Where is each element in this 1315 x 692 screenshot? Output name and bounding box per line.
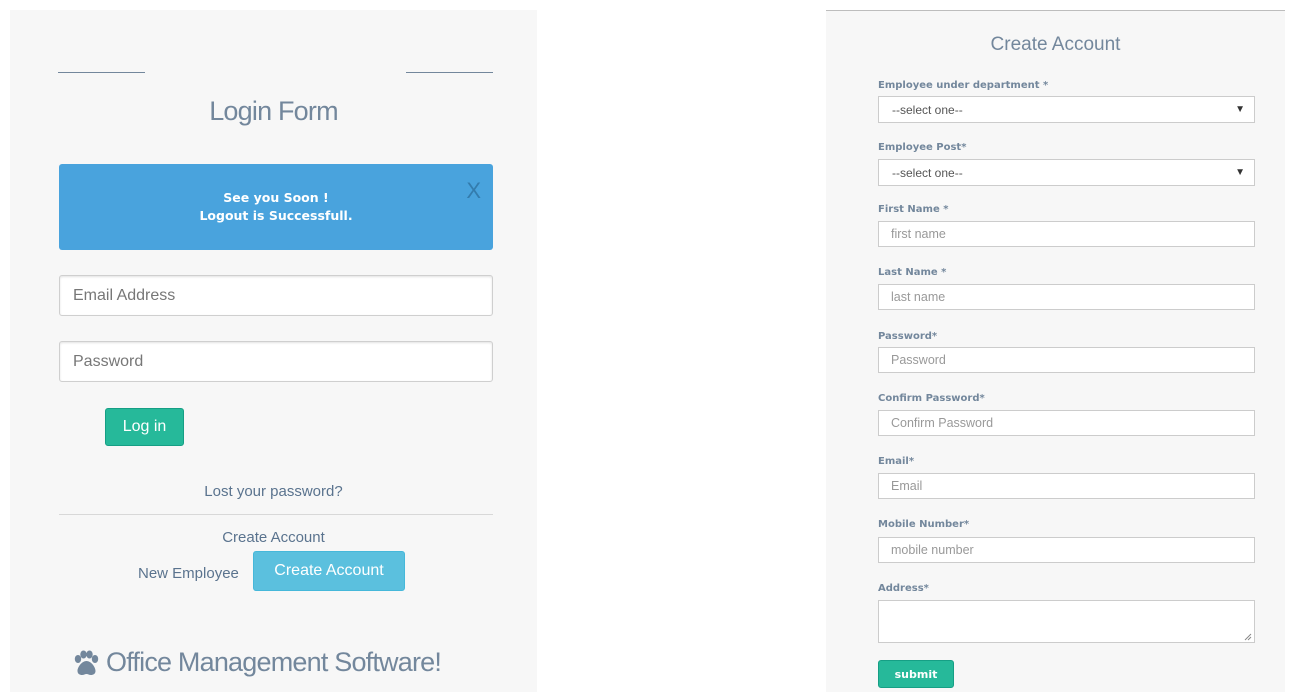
submit-button[interactable]: submit xyxy=(878,660,954,688)
password-label: Password* xyxy=(878,331,938,342)
password-input[interactable]: Password xyxy=(59,341,493,382)
email-label: Email* xyxy=(878,456,915,467)
confirm-password-label: Confirm Password* xyxy=(878,393,985,404)
last-name-placeholder: last name xyxy=(891,290,946,304)
email-field[interactable]: Email xyxy=(878,473,1255,499)
confirm-password-input[interactable]: Confirm Password xyxy=(878,410,1255,436)
last-name-label: Last Name * xyxy=(878,267,947,278)
password-field[interactable]: Password xyxy=(878,347,1255,373)
separator xyxy=(59,514,493,515)
password-placeholder: Password xyxy=(73,352,144,370)
department-label: Employee under department * xyxy=(878,80,1049,91)
create-account-panel: Create Account Employee under department… xyxy=(826,11,1285,692)
new-employee-label: New Employee xyxy=(138,565,239,582)
lost-password-link[interactable]: Lost your password? xyxy=(10,483,537,500)
create-account-button[interactable]: Create Account xyxy=(253,551,405,591)
brand: Office Management Software! xyxy=(72,647,442,678)
form-title: Create Account xyxy=(990,34,1121,55)
chevron-down-icon: ▼ xyxy=(1235,104,1245,115)
last-name-input[interactable]: last name xyxy=(878,284,1255,310)
confirm-password-placeholder: Confirm Password xyxy=(891,416,994,430)
post-select[interactable]: --select one-- ▼ xyxy=(878,159,1255,186)
first-name-placeholder: first name xyxy=(891,227,946,241)
email-field-placeholder: Email xyxy=(891,479,923,493)
paw-icon xyxy=(74,650,99,675)
mobile-placeholder: mobile number xyxy=(891,543,974,557)
password-field-placeholder: Password xyxy=(891,353,946,367)
divider-right xyxy=(406,72,493,73)
department-select-value: --select one-- xyxy=(892,102,963,117)
login-button[interactable]: Log in xyxy=(105,408,184,446)
post-label: Employee Post* xyxy=(878,142,967,153)
department-select[interactable]: --select one-- ▼ xyxy=(878,96,1255,123)
alert-close-button[interactable]: X xyxy=(466,178,481,204)
alert-message-line1: See you Soon ! xyxy=(223,190,329,205)
mobile-input[interactable]: mobile number xyxy=(878,537,1255,563)
post-select-value: --select one-- xyxy=(892,165,963,180)
first-name-input[interactable]: first name xyxy=(878,221,1255,247)
alert-message-line2: Logout is Successfull. xyxy=(199,208,353,223)
chevron-down-icon: ▼ xyxy=(1235,167,1245,178)
mobile-label: Mobile Number* xyxy=(878,519,970,530)
login-panel: Login Form See you Soon ! Logout is Succ… xyxy=(10,10,537,692)
address-textarea[interactable] xyxy=(878,600,1255,643)
email-placeholder: Email Address xyxy=(73,286,176,304)
email-input[interactable]: Email Address xyxy=(59,275,493,316)
first-name-label: First Name * xyxy=(878,204,949,215)
create-account-heading: Create Account xyxy=(222,529,325,546)
address-label: Address* xyxy=(878,583,929,594)
login-title: Login Form xyxy=(209,96,338,126)
divider-left xyxy=(58,72,145,73)
logout-alert: See you Soon ! Logout is Successfull. X xyxy=(59,164,493,250)
brand-text: Office Management Software! xyxy=(106,647,442,677)
resize-handle-icon[interactable] xyxy=(1244,633,1252,641)
